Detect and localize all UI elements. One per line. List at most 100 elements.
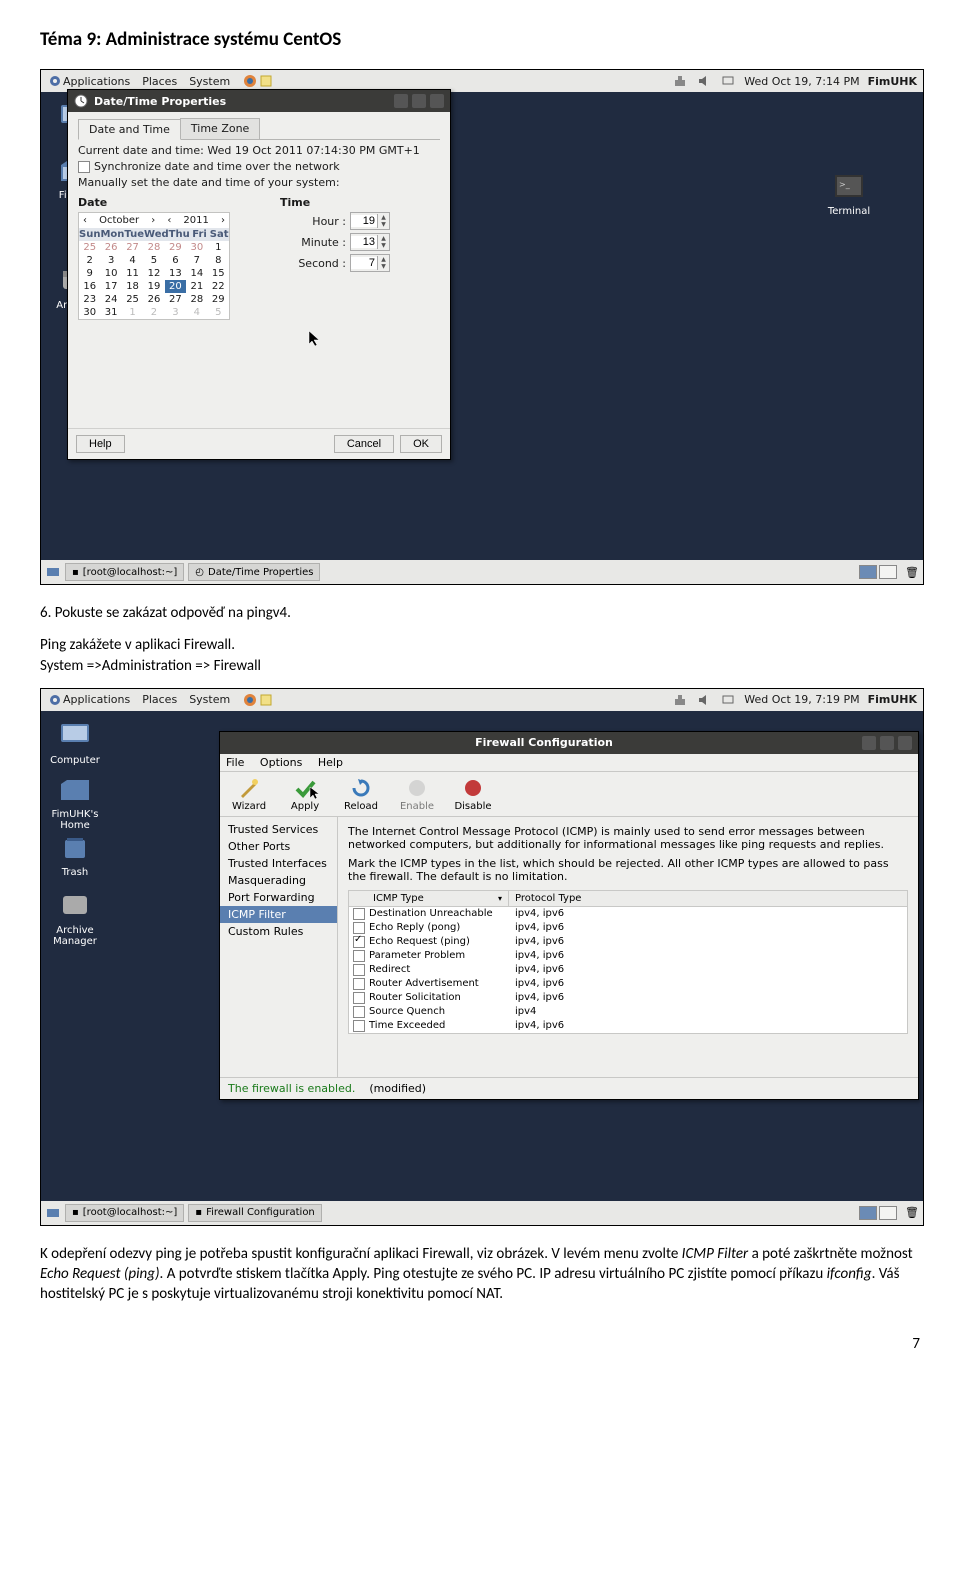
col-protocol-type[interactable]: Protocol Type xyxy=(509,891,907,906)
row-checkbox[interactable] xyxy=(353,978,365,990)
desktop-icon-home[interactable]: FimUHK's Home xyxy=(45,771,105,831)
table-row[interactable]: Router Solicitationipv4, ipv6 xyxy=(349,991,907,1005)
minimize-icon[interactable] xyxy=(862,736,876,750)
apply-button[interactable]: Apply xyxy=(282,776,328,812)
close-icon[interactable] xyxy=(430,94,444,108)
cal-month[interactable]: October xyxy=(99,215,139,226)
row-checkbox[interactable] xyxy=(353,908,365,920)
taskbar-item-datetime[interactable]: ◴Date/Time Properties xyxy=(188,563,320,581)
sidebar-item[interactable]: Other Ports xyxy=(220,838,337,855)
menu-places[interactable]: Places xyxy=(142,75,177,88)
taskbar-item-terminal[interactable]: ▪[root@localhost:~] xyxy=(65,563,184,581)
chevron-up-icon[interactable]: ▲ xyxy=(378,235,389,242)
taskbar-item-firewall[interactable]: ▪Firewall Configuration xyxy=(188,1204,322,1222)
firefox-icon[interactable] xyxy=(242,73,258,89)
row-checkbox[interactable] xyxy=(353,936,365,948)
menu-options[interactable]: Options xyxy=(260,756,302,769)
display-icon[interactable] xyxy=(720,73,736,89)
cal-year[interactable]: 2011 xyxy=(183,215,208,226)
workspace-switcher[interactable] xyxy=(859,1206,897,1220)
menu-applications[interactable]: Applications xyxy=(63,75,130,88)
table-row[interactable]: Parameter Problemipv4, ipv6 xyxy=(349,949,907,963)
sidebar-item[interactable]: Port Forwarding xyxy=(220,889,337,906)
trash-icon[interactable]: 🗑 xyxy=(905,1206,919,1219)
wizard-button[interactable]: Wizard xyxy=(226,776,272,812)
dialog-titlebar[interactable]: Firewall Configuration xyxy=(220,732,918,754)
network-icon[interactable] xyxy=(672,692,688,708)
clock[interactable]: Wed Oct 19, 7:14 PM xyxy=(744,75,859,88)
row-checkbox[interactable] xyxy=(353,1006,365,1018)
clock[interactable]: Wed Oct 19, 7:19 PM xyxy=(744,693,859,706)
show-desktop-icon[interactable] xyxy=(45,564,61,580)
network-icon[interactable] xyxy=(672,73,688,89)
sound-icon[interactable] xyxy=(696,692,712,708)
row-checkbox[interactable] xyxy=(353,964,365,976)
maximize-icon[interactable] xyxy=(880,736,894,750)
sound-icon[interactable] xyxy=(696,73,712,89)
table-row[interactable]: Router Advertisementipv4, ipv6 xyxy=(349,977,907,991)
ok-button[interactable]: OK xyxy=(400,435,442,453)
cal-next-year-icon[interactable]: › xyxy=(221,215,225,226)
desktop-icon-archive[interactable]: Archive Manager xyxy=(45,887,105,947)
dialog-titlebar[interactable]: Date/Time Properties xyxy=(68,90,450,112)
chevron-up-icon[interactable]: ▲ xyxy=(378,256,389,263)
trash-icon[interactable]: 🗑 xyxy=(905,566,919,579)
menu-file[interactable]: File xyxy=(226,756,244,769)
desktop-icon-trash[interactable]: Trash xyxy=(45,829,105,878)
row-checkbox[interactable] xyxy=(353,922,365,934)
display-icon[interactable] xyxy=(720,692,736,708)
menu-help[interactable]: Help xyxy=(318,756,343,769)
chevron-down-icon[interactable]: ▾ xyxy=(498,894,502,903)
hour-input[interactable] xyxy=(351,215,377,227)
sidebar-item[interactable]: Trusted Interfaces xyxy=(220,855,337,872)
sidebar-item-icmp-filter[interactable]: ICMP Filter xyxy=(220,906,337,923)
row-checkbox[interactable] xyxy=(353,992,365,1004)
maximize-icon[interactable] xyxy=(412,94,426,108)
menu-system[interactable]: System xyxy=(189,75,230,88)
calendar[interactable]: ‹ October › ‹ 2011 › Sun Mon Tue xyxy=(78,212,230,320)
workspace-switcher[interactable] xyxy=(859,565,897,579)
firefox-icon[interactable] xyxy=(242,692,258,708)
close-icon[interactable] xyxy=(898,736,912,750)
sync-checkbox[interactable] xyxy=(78,161,90,173)
taskbar-item-terminal[interactable]: ▪[root@localhost:~] xyxy=(65,1204,184,1222)
tab-date-time[interactable]: Date and Time xyxy=(78,119,181,140)
menu-places[interactable]: Places xyxy=(142,693,177,706)
minute-spinner[interactable]: ▲▼ xyxy=(350,233,390,251)
col-icmp-type[interactable]: ICMP Type xyxy=(373,893,424,904)
menu-applications[interactable]: Applications xyxy=(63,693,130,706)
cal-next-month-icon[interactable]: › xyxy=(151,215,155,226)
chevron-down-icon[interactable]: ▼ xyxy=(378,221,389,228)
cal-days[interactable]: 2526272829301 2345678 9101112131415 1617… xyxy=(79,241,229,319)
table-row[interactable]: Time Exceededipv4, ipv6 xyxy=(349,1019,907,1033)
minute-input[interactable] xyxy=(351,236,377,248)
sidebar-item[interactable]: Masquerading xyxy=(220,872,337,889)
table-row[interactable]: Echo Request (ping)ipv4, ipv6 xyxy=(349,935,907,949)
cal-prev-year-icon[interactable]: ‹ xyxy=(167,215,171,226)
user-name[interactable]: FimUHK xyxy=(868,693,917,706)
hour-spinner[interactable]: ▲▼ xyxy=(350,212,390,230)
row-checkbox[interactable] xyxy=(353,950,365,962)
minimize-icon[interactable] xyxy=(394,94,408,108)
sidebar-item[interactable]: Custom Rules xyxy=(220,923,337,940)
row-checkbox[interactable] xyxy=(353,1020,365,1032)
table-row[interactable]: Destination Unreachableipv4, ipv6 xyxy=(349,907,907,921)
reload-button[interactable]: Reload xyxy=(338,776,384,812)
cal-prev-month-icon[interactable]: ‹ xyxy=(83,215,87,226)
desktop-icon-computer[interactable]: Computer xyxy=(45,717,105,766)
note-icon[interactable] xyxy=(258,73,274,89)
second-input[interactable] xyxy=(351,257,377,269)
chevron-down-icon[interactable]: ▼ xyxy=(378,263,389,270)
user-name[interactable]: FimUHK xyxy=(868,75,917,88)
table-row[interactable]: Echo Reply (pong)ipv4, ipv6 xyxy=(349,921,907,935)
chevron-up-icon[interactable]: ▲ xyxy=(378,214,389,221)
tab-time-zone[interactable]: Time Zone xyxy=(180,118,260,139)
desktop-icon-terminal[interactable]: >_ Terminal xyxy=(819,168,879,217)
chevron-down-icon[interactable]: ▼ xyxy=(378,242,389,249)
table-row[interactable]: Redirectipv4, ipv6 xyxy=(349,963,907,977)
note-icon[interactable] xyxy=(258,692,274,708)
disable-button[interactable]: Disable xyxy=(450,776,496,812)
show-desktop-icon[interactable] xyxy=(45,1205,61,1221)
enable-button[interactable]: Enable xyxy=(394,776,440,812)
table-row[interactable]: Source Quenchipv4 xyxy=(349,1005,907,1019)
